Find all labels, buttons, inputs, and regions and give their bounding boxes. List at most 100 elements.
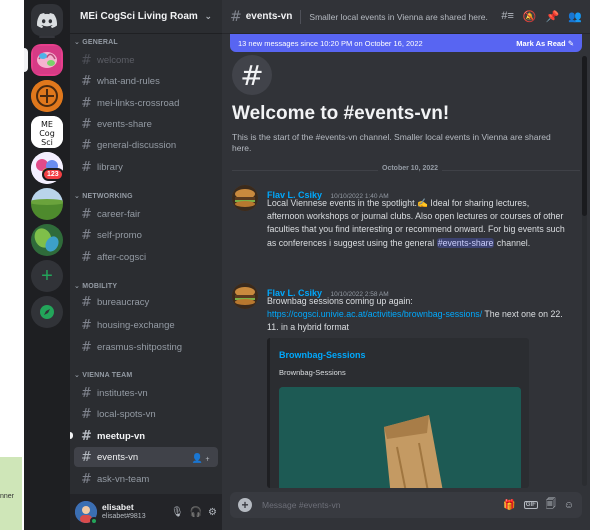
hash-icon: #: [81, 294, 92, 310]
channel-local-spots-vn[interactable]: # local-spots-vn: [74, 404, 218, 424]
message-content: Brownbag sessions coming up again: https…: [267, 296, 563, 333]
channel-general-discussion[interactable]: # general-discussion: [74, 135, 218, 155]
discord-logo-icon: [37, 12, 57, 28]
explore-servers-button[interactable]: [31, 296, 63, 328]
active-server-indicator: [24, 48, 28, 72]
channel-ask-vn-team[interactable]: # ask-vn-team: [74, 469, 218, 489]
cogsci-logo-icon: ME Cog Sci: [31, 116, 63, 148]
burger-avatar-icon: [232, 283, 258, 309]
channel-hash-icon: #: [232, 55, 272, 95]
server-cogsci-icon[interactable]: ME Cog Sci: [31, 116, 63, 148]
link-embed: Brownbag-Sessions Brownbag-Sessions: [267, 338, 529, 488]
user-info[interactable]: elisabet elisabet#9813: [102, 503, 146, 520]
embed-description: Brownbag-Sessions: [279, 368, 346, 377]
gif-icon[interactable]: GIF: [523, 501, 538, 509]
scrollbar-thumb[interactable]: [582, 56, 587, 216]
channel-institutes-vn[interactable]: # institutes-vn: [74, 383, 218, 403]
category-general[interactable]: ⌄ GENERAL: [74, 38, 118, 46]
new-messages-bar[interactable]: 13 new messages since 10:20 PM on Octobe…: [230, 34, 582, 52]
headphones-icon[interactable]: 🎧: [190, 507, 202, 518]
channel-events-vn[interactable]: # events-vn 👤﹢: [74, 447, 218, 467]
message-input[interactable]: Message #events-vn: [262, 500, 340, 510]
channel-library[interactable]: # library: [74, 157, 218, 177]
channel-meetup-vn[interactable]: # meetup-vn: [74, 426, 218, 446]
embed-title[interactable]: Brownbag-Sessions: [279, 350, 366, 360]
hash-icon: #: [81, 428, 92, 444]
server-brain-icon[interactable]: [31, 44, 63, 76]
hash-icon: #: [81, 339, 92, 355]
hash-icon: #: [81, 449, 92, 465]
hash-icon: #: [230, 8, 242, 25]
channel-erasmus-shitposting[interactable]: # erasmus-shitposting: [74, 337, 218, 357]
channel-after-cogsci[interactable]: # after-cogsci: [74, 247, 218, 267]
orange-emblem-icon: [31, 80, 63, 112]
mark-as-read-button[interactable]: Mark As Read ✎: [516, 39, 574, 48]
emoji-icon[interactable]: ☺: [564, 500, 574, 511]
landscape-icon: [31, 188, 63, 220]
invite-user-icon[interactable]: 👤﹢: [192, 451, 212, 464]
category-networking[interactable]: ⌄ NETWORKING: [74, 192, 133, 200]
channel-title: events-vn: [245, 11, 293, 22]
username: elisabet: [102, 502, 134, 513]
message-link[interactable]: https://cogsci.univie.ac.at/activities/b…: [267, 309, 482, 319]
channel-mei-links-crossroad[interactable]: # mei-links-crossroad: [74, 93, 218, 113]
unread-indicator: [70, 432, 73, 439]
message-content: Local Viennese events in the spotlight.✍…: [267, 198, 565, 248]
members-icon[interactable]: 👥: [568, 10, 582, 23]
channel-mention[interactable]: #events-share: [436, 237, 495, 248]
chat-area: # events-vn Smaller local events in Vien…: [222, 0, 590, 530]
hash-icon: #: [81, 95, 92, 111]
new-messages-text: 13 new messages since 10:20 PM on Octobe…: [238, 38, 423, 48]
brain-icon: [33, 46, 61, 74]
chat-scrollbar[interactable]: [582, 56, 587, 486]
embed-image[interactable]: [279, 387, 521, 488]
add-server-button[interactable]: +: [31, 260, 63, 292]
channel-list: ⌄ GENERAL # welcome # what-and-rules # mei-…: [70, 34, 222, 494]
discord-home-button[interactable]: [31, 4, 63, 36]
server-orange-icon[interactable]: [31, 80, 63, 112]
category-vienna-team[interactable]: ⌄ VIENNA TEAM: [74, 371, 132, 379]
category-mobility[interactable]: ⌄ MOBILITY: [74, 282, 117, 290]
hash-icon: #: [81, 406, 92, 422]
user-tag: elisabet#9813: [102, 512, 146, 520]
unread-mentions-badge: 123: [42, 168, 64, 181]
date-divider-label: October 10, 2022: [378, 165, 443, 172]
channel-housing-exchange[interactable]: # housing-exchange: [74, 315, 218, 335]
channel-topic[interactable]: Smaller local events in Vienna are share…: [309, 12, 495, 22]
welcome-title: Welcome to #events-vn!: [232, 103, 450, 124]
header-toolbar: #≡ 🔕 📌 👥: [501, 10, 582, 23]
hash-icon: #: [81, 73, 92, 89]
sticker-icon[interactable]: 🗐: [546, 497, 556, 514]
settings-gear-icon[interactable]: ⚙: [208, 507, 217, 518]
server-header[interactable]: MEi CogSci Living Roam ⌄: [70, 0, 222, 34]
attach-plus-icon[interactable]: +: [238, 498, 252, 512]
pin-icon[interactable]: 📌: [546, 10, 560, 23]
message-composer: + Message #events-vn 🎁 GIF 🗐 ☺: [230, 492, 582, 518]
channel-career-fair[interactable]: # career-fair: [74, 204, 218, 224]
channel-self-promo[interactable]: # self-promo: [74, 225, 218, 245]
hash-icon: #: [81, 159, 92, 175]
hash-icon: #: [81, 249, 92, 265]
header-divider: [300, 9, 302, 24]
mute-microphone-icon[interactable]: 🎙: [171, 507, 184, 518]
hash-icon: #: [81, 206, 92, 222]
channel-sidebar: MEi CogSci Living Roam ⌄ ⌄ GENERAL # welc…: [70, 0, 222, 530]
welcome-subtitle: This is the start of the #events-vn chan…: [232, 132, 551, 154]
outer-desktop-strip: [0, 0, 24, 530]
server-landscape-icon[interactable]: [31, 188, 63, 220]
gift-icon[interactable]: 🎁: [503, 500, 515, 511]
channel-bureaucracy[interactable]: # bureaucracy: [74, 292, 218, 312]
message-item[interactable]: Flav L. Csiky 10/10/2022 1:40 AM Local V…: [232, 185, 582, 275]
channel-what-and-rules[interactable]: # what-and-rules: [74, 71, 218, 91]
hash-icon: #: [81, 385, 92, 401]
author-avatar[interactable]: [232, 283, 258, 309]
server-nature-icon[interactable]: [31, 224, 63, 256]
channel-welcome[interactable]: # welcome: [74, 50, 218, 70]
channel-events-share[interactable]: # events-share: [74, 114, 218, 134]
leaf-icon: [31, 224, 63, 256]
threads-icon[interactable]: #≡: [501, 10, 514, 23]
mute-channel-icon[interactable]: 🔕: [523, 10, 537, 23]
brown-paper-bag-icon: [279, 387, 521, 488]
author-avatar[interactable]: [232, 185, 258, 211]
hash-icon: #: [81, 52, 92, 68]
